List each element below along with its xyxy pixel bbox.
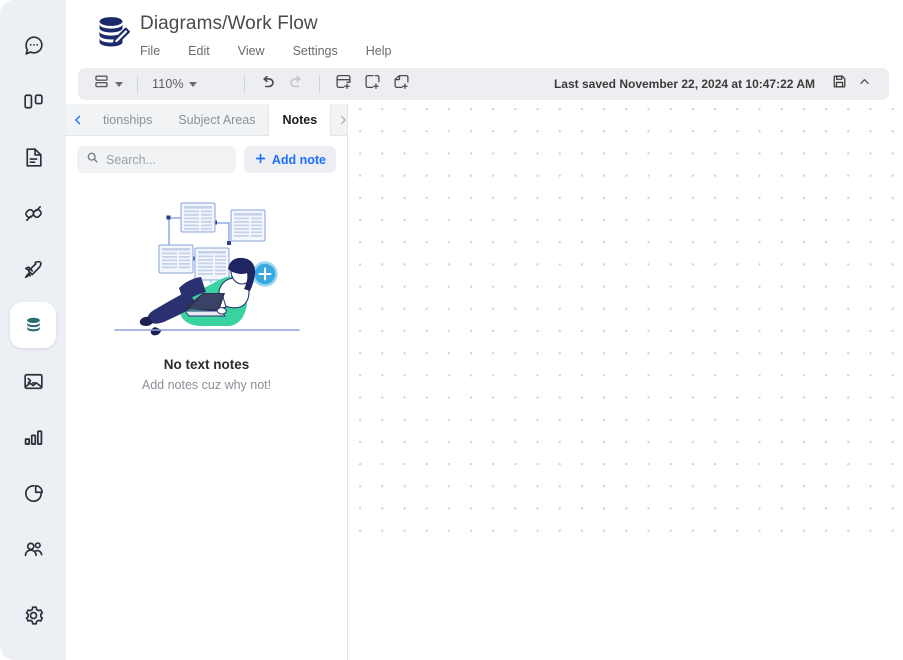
undo-arrow-icon xyxy=(259,73,277,96)
plug-icon xyxy=(21,201,46,226)
empty-state-subtitle: Add notes cuz why not! xyxy=(141,378,272,392)
tab-subject-areas[interactable]: Subject Areas xyxy=(165,104,268,135)
sidebar-item-chat[interactable] xyxy=(10,22,56,68)
sidebar-item-launch[interactable] xyxy=(10,246,56,292)
search-icon xyxy=(86,151,99,169)
redo-arrow-icon xyxy=(287,73,305,96)
app-header: Diagrams/Work Flow File Edit View Settin… xyxy=(66,0,903,68)
add-table-icon xyxy=(334,72,353,96)
search-row: Add note xyxy=(66,136,347,181)
toolbar: 110% Last saved November 22, 2024 at 10:… xyxy=(78,68,889,100)
toolbar-wrapper: 110% Last saved November 22, 2024 at 10:… xyxy=(66,68,903,104)
add-note-button[interactable]: Add note xyxy=(243,146,336,173)
chevron-down-icon xyxy=(188,81,197,87)
search-box[interactable] xyxy=(77,146,236,173)
sidebar-item-reports[interactable] xyxy=(10,470,56,516)
notes-side-panel: tionships Subject Areas Notes Search... … xyxy=(66,104,348,660)
search-input[interactable] xyxy=(106,152,227,167)
tab-relationships[interactable]: tionships xyxy=(90,104,165,135)
zoom-level-label: 110% xyxy=(152,77,184,91)
page-title: Diagrams/Work Flow xyxy=(140,13,318,34)
toolbar-divider xyxy=(243,75,245,93)
sidebar-item-connections[interactable] xyxy=(10,190,56,236)
add-note-label: Add note xyxy=(271,152,326,167)
person-on-beanbag-with-diagram-illustration xyxy=(107,193,307,343)
chevron-down-icon xyxy=(115,81,123,87)
menu-item-file[interactable]: File xyxy=(140,42,160,60)
menu-item-settings[interactable]: Settings xyxy=(293,42,338,60)
add-subject-area-button[interactable] xyxy=(358,71,387,97)
menu-item-help[interactable]: Help xyxy=(366,42,392,60)
add-table-button[interactable] xyxy=(329,71,358,97)
add-subject-area-icon xyxy=(363,72,382,96)
document-icon xyxy=(21,145,46,170)
chevron-up-icon[interactable] xyxy=(854,73,875,95)
board-icon xyxy=(21,89,46,114)
bar-chart-icon xyxy=(21,425,46,450)
plus-icon xyxy=(254,152,267,168)
sidebar-item-board[interactable] xyxy=(10,78,56,124)
layout-dropdown-button[interactable] xyxy=(88,71,128,97)
image-icon xyxy=(21,369,46,394)
undo-button[interactable] xyxy=(254,71,282,97)
panel-tabstrip: tionships Subject Areas Notes xyxy=(66,104,347,136)
notes-empty-state: No text notes Add notes cuz why not! xyxy=(66,181,347,392)
users-icon xyxy=(21,537,46,562)
zoom-dropdown-button[interactable]: 110% xyxy=(147,71,202,97)
menu-bar: File Edit View Settings Help xyxy=(140,42,391,60)
add-note-shape-icon xyxy=(392,72,411,96)
menu-item-view[interactable]: View xyxy=(238,42,265,60)
tab-notes[interactable]: Notes xyxy=(268,104,332,136)
dot-grid xyxy=(348,104,903,542)
sidebar-item-diagrams[interactable] xyxy=(10,302,56,348)
sidebar-item-analytics[interactable] xyxy=(10,414,56,460)
body-split: tionships Subject Areas Notes Search... … xyxy=(66,104,903,660)
add-note-shape-button[interactable] xyxy=(387,71,416,97)
pie-chart-icon xyxy=(21,481,46,506)
menu-item-edit[interactable]: Edit xyxy=(188,42,210,60)
floppy-disk-save-icon[interactable] xyxy=(831,73,848,95)
sidebar-item-settings[interactable] xyxy=(10,592,56,638)
database-pencil-logo-icon xyxy=(92,12,132,54)
app-window: Diagrams/Work Flow File Edit View Settin… xyxy=(0,0,903,660)
save-status-area: Last saved November 22, 2024 at 10:47:22… xyxy=(554,73,879,95)
left-icon-rail xyxy=(0,0,66,660)
gear-icon xyxy=(21,603,46,628)
chat-icon xyxy=(21,33,46,58)
main-area: Diagrams/Work Flow File Edit View Settin… xyxy=(66,0,903,660)
empty-state-title: No text notes xyxy=(163,357,250,372)
title-block: Diagrams/Work Flow File Edit View Settin… xyxy=(140,12,391,60)
database-icon xyxy=(21,313,46,338)
redo-button[interactable] xyxy=(282,71,310,97)
toolbar-divider xyxy=(137,75,138,93)
sidebar-item-team[interactable] xyxy=(10,526,56,572)
toolbar-divider xyxy=(318,75,320,93)
sidebar-item-documents[interactable] xyxy=(10,134,56,180)
rocket-icon xyxy=(21,257,46,282)
last-saved-label: Last saved November 22, 2024 at 10:47:22… xyxy=(553,77,815,91)
prev-tab-chevron-left-icon[interactable] xyxy=(66,104,90,135)
sidebar-item-media[interactable] xyxy=(10,358,56,404)
diagram-canvas[interactable] xyxy=(348,104,903,660)
layout-rows-icon xyxy=(93,73,110,95)
